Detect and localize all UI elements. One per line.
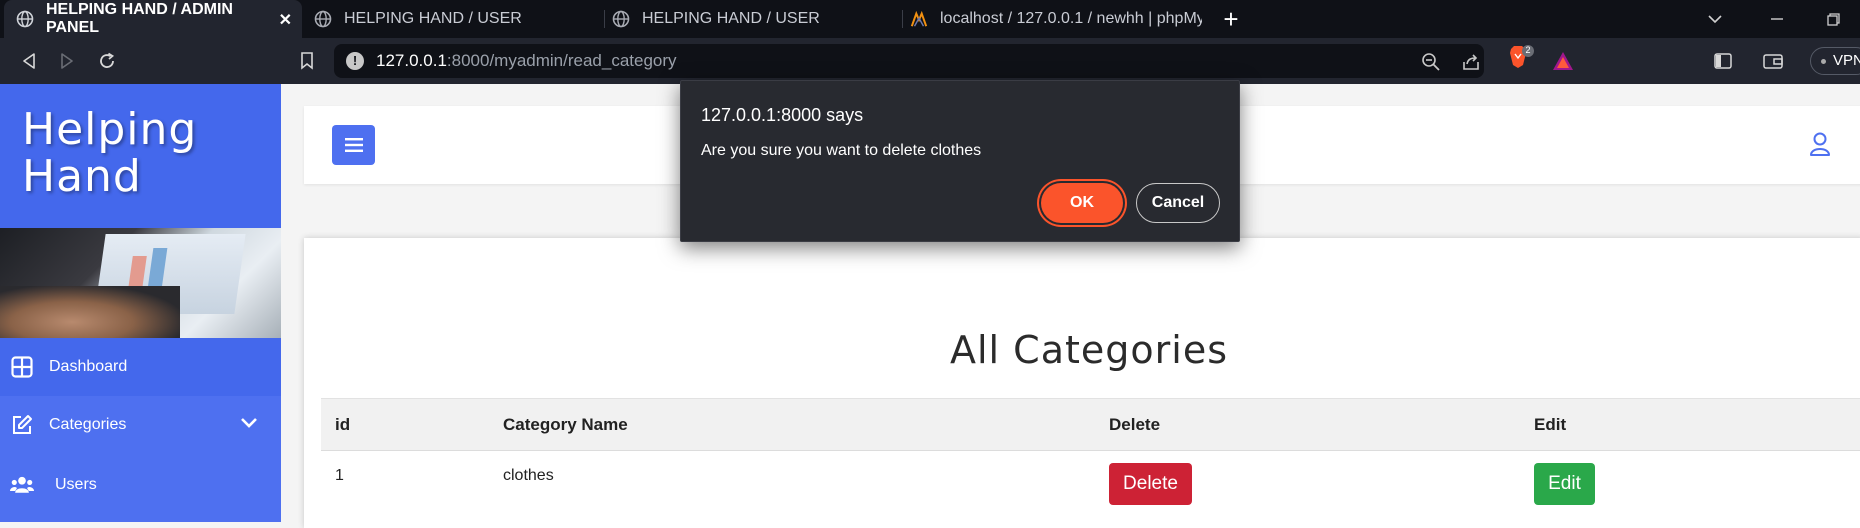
tab-user-2[interactable]: HELPING HAND / USER <box>600 0 898 38</box>
cell-id: 1 <box>335 467 344 484</box>
column-header-edit: Edit <box>1534 415 1567 434</box>
globe-icon <box>314 10 332 28</box>
sidebar-item-categories[interactable]: Categories <box>0 396 281 454</box>
tab-title: HELPING HAND / ADMIN PANEL <box>46 1 233 36</box>
brand: Helping Hand <box>0 84 281 228</box>
column-header-category-name: Category Name <box>503 415 628 434</box>
tab-search-chevron-icon[interactable] <box>1700 6 1730 32</box>
brave-rewards-icon[interactable] <box>1548 46 1578 76</box>
ok-button[interactable]: OK <box>1041 183 1123 223</box>
tab-title: HELPING HAND / USER <box>642 10 820 27</box>
sidebar-toggle-icon[interactable] <box>1708 46 1738 76</box>
phpmyadmin-icon <box>910 10 928 28</box>
cell-category-name: clothes <box>503 467 554 484</box>
sidebar-laptop-image <box>0 228 281 338</box>
site-info-icon[interactable]: ! <box>346 52 364 70</box>
delete-button[interactable]: Delete <box>1109 463 1192 505</box>
bookmark-icon[interactable] <box>292 46 322 76</box>
zoom-out-icon[interactable] <box>1420 51 1442 73</box>
url-field[interactable]: ! 127.0.0.1:8000/myadmin/read_category <box>334 44 1484 78</box>
sidebar: Helping Hand Dashboard Categories Users <box>0 84 281 522</box>
back-icon[interactable] <box>14 46 44 76</box>
edit-button[interactable]: Edit <box>1534 463 1595 505</box>
globe-icon <box>612 10 630 28</box>
globe-icon <box>16 10 34 28</box>
dialog-title: 127.0.0.1:8000 says <box>701 105 864 125</box>
page-title: All Categories <box>949 328 1228 372</box>
column-header-delete: Delete <box>1109 415 1161 434</box>
user-icon[interactable] <box>1806 130 1834 158</box>
chevron-down-icon[interactable] <box>239 413 259 433</box>
hamburger-icon <box>344 138 363 152</box>
table-header: id Category Name Delete Edit <box>321 398 1860 451</box>
users-icon <box>10 473 34 497</box>
tab-admin-panel[interactable]: HELPING HAND / ADMIN PANEL ✕ <box>4 0 302 38</box>
sidebar-item-users[interactable]: Users <box>0 456 281 514</box>
column-header-id: id <box>335 415 351 434</box>
forward-icon[interactable] <box>52 46 82 76</box>
dialog-message: Are you sure you want to delete clothes <box>701 142 982 159</box>
browser-tab-bar: HELPING HAND / ADMIN PANEL ✕ HELPING HAN… <box>0 0 1860 38</box>
dashboard-grid-icon <box>10 355 34 379</box>
sidebar-item-label: Categories <box>49 416 127 433</box>
tab-title: HELPING HAND / USER <box>344 10 522 27</box>
reload-icon[interactable] <box>92 46 122 76</box>
sidebar-item-dashboard[interactable]: Dashboard <box>0 338 281 396</box>
shield-count: 2 <box>1525 45 1531 55</box>
wallet-icon[interactable] <box>1758 46 1788 76</box>
sidebar-item-label: Users <box>55 476 97 493</box>
vpn-button[interactable]: VPN <box>1810 47 1860 75</box>
confirm-dialog: 127.0.0.1:8000 says Are you sure you wan… <box>680 80 1240 242</box>
browser-address-bar: ! 127.0.0.1:8000/myadmin/read_category 2… <box>0 38 1860 84</box>
brand-logo-text: Helping Hand <box>22 104 198 202</box>
categories-card: All Categories id Category Name Delete E… <box>304 238 1860 528</box>
edit-icon <box>10 413 34 437</box>
tab-user-1[interactable]: HELPING HAND / USER <box>302 0 600 38</box>
tab-title: localhost / 127.0.0.1 / newhh | phpMy <box>940 10 1202 27</box>
cancel-button[interactable]: Cancel <box>1136 183 1220 223</box>
table-row: 1 clothes Delete Edit <box>321 451 1860 521</box>
url-text: 127.0.0.1:8000/myadmin/read_category <box>376 51 677 70</box>
sidebar-item-label: Dashboard <box>49 358 128 375</box>
new-tab-button[interactable]: + <box>1216 4 1246 34</box>
menu-toggle-button[interactable] <box>332 125 375 165</box>
share-icon[interactable] <box>1460 51 1482 73</box>
tab-phpmyadmin[interactable]: localhost / 127.0.0.1 / newhh | phpMy <box>898 0 1202 38</box>
brave-shields-icon[interactable]: 2 <box>1508 45 1534 69</box>
close-tab-icon[interactable]: ✕ <box>279 10 292 30</box>
minimize-icon[interactable] <box>1762 6 1792 32</box>
restore-window-icon[interactable] <box>1818 6 1848 32</box>
